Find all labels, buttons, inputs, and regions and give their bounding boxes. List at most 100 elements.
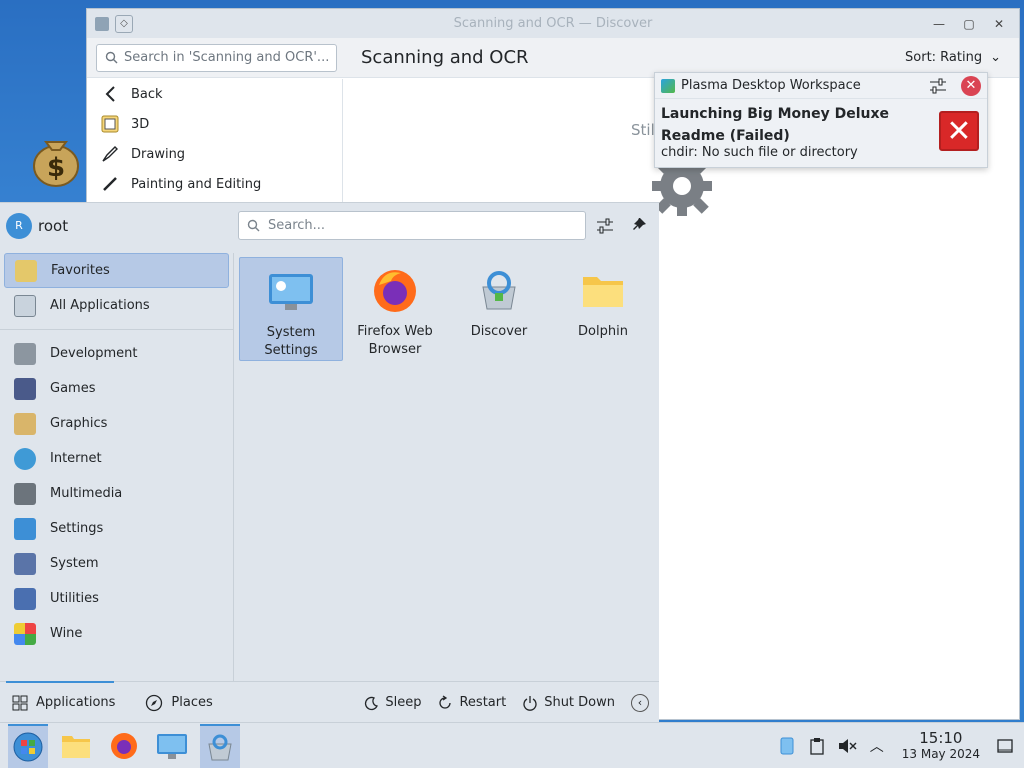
start-menu-button[interactable] xyxy=(8,723,48,768)
system-tray: ︿ 15:10 13 May 2024 xyxy=(776,723,1024,768)
sidebar-item-painting[interactable]: Painting and Editing xyxy=(87,169,342,199)
clipboard-icon[interactable] xyxy=(806,735,828,757)
app-tile-system-settings[interactable]: System Settings xyxy=(239,257,343,361)
category-utilities[interactable]: Utilities xyxy=(4,581,229,616)
tab-applications[interactable]: Applications xyxy=(5,680,116,711)
notification-body: chdir: No such file or directory xyxy=(661,145,858,160)
category-label: Utilities xyxy=(50,591,99,606)
app-tile-firefox[interactable]: Firefox Web Browser xyxy=(343,257,447,361)
wine-icon xyxy=(14,622,36,645)
app-tile-label: Dolphin xyxy=(578,324,628,339)
sidebar-item-label: Drawing xyxy=(131,146,186,162)
tab-places[interactable]: Places xyxy=(145,694,213,712)
divider xyxy=(0,329,233,330)
launcher-search-input[interactable]: Search... xyxy=(238,211,586,240)
show-desktop-icon[interactable] xyxy=(994,735,1016,757)
taskbar-discover[interactable] xyxy=(200,723,240,768)
games-icon xyxy=(14,377,36,400)
category-multimedia[interactable]: Multimedia xyxy=(4,476,229,511)
minimize-button[interactable]: — xyxy=(927,15,951,33)
start-icon xyxy=(13,732,43,761)
app-tile-label: System Settings xyxy=(264,325,318,358)
clock[interactable]: 15:10 13 May 2024 xyxy=(902,730,980,762)
chevron-up-icon[interactable]: ︿ xyxy=(866,735,888,757)
app-tile-label: Firefox Web Browser xyxy=(357,324,433,357)
plasma-icon xyxy=(661,78,675,93)
configure-icon[interactable] xyxy=(929,77,947,99)
chevron-down-icon: ⌄ xyxy=(990,50,1001,65)
notification-header: Plasma Desktop Workspace ✕ xyxy=(655,73,987,99)
clock-date: 13 May 2024 xyxy=(901,747,980,761)
firefox-icon xyxy=(111,732,137,759)
sidebar-item-3d[interactable]: 3D xyxy=(87,109,342,139)
category-graphics[interactable]: Graphics xyxy=(4,406,229,441)
category-all-applications[interactable]: All Applications xyxy=(4,288,229,323)
category-games[interactable]: Games xyxy=(4,371,229,406)
restart-icon xyxy=(439,694,452,709)
close-icon[interactable]: ✕ xyxy=(961,76,981,96)
category-favorites[interactable]: Favorites xyxy=(4,253,229,288)
maximize-button[interactable]: ▢ xyxy=(957,15,981,33)
clock-time: 15:10 xyxy=(919,729,963,747)
svg-text:$: $ xyxy=(47,153,65,183)
sleep-icon xyxy=(365,696,379,710)
shutdown-button[interactable]: Shut Down xyxy=(522,695,615,711)
restart-button[interactable]: Restart xyxy=(437,694,506,711)
search-icon xyxy=(105,51,118,64)
power-icon xyxy=(523,695,537,711)
application-launcher: R root Search... Favorites All Applicati… xyxy=(0,202,659,722)
close-button[interactable]: ✕ xyxy=(987,15,1011,33)
pin-icon[interactable] xyxy=(632,217,648,239)
category-label: Favorites xyxy=(51,263,110,278)
folder-icon xyxy=(583,277,623,307)
category-development[interactable]: Development xyxy=(4,336,229,371)
app-tile-discover[interactable]: Discover xyxy=(447,257,551,361)
sidebar-item-label: Painting and Editing xyxy=(131,176,262,192)
window-titlebar[interactable]: ◇ Scanning and OCR — Discover — ▢ ✕ xyxy=(87,9,1019,38)
updates-icon[interactable] xyxy=(776,735,798,757)
taskbar-firefox[interactable] xyxy=(104,724,144,768)
sidebar-item-label: Back xyxy=(131,86,163,102)
taskbar: ︿ 15:10 13 May 2024 xyxy=(0,722,1024,768)
sidebar-item-drawing[interactable]: Drawing xyxy=(87,139,342,169)
compass-icon xyxy=(146,694,163,711)
sidebar-item-back[interactable]: Back xyxy=(87,79,342,109)
category-settings[interactable]: Settings xyxy=(4,511,229,546)
category-list: Favorites All Applications Development G… xyxy=(0,253,234,681)
3d-icon xyxy=(101,115,119,133)
category-label: Graphics xyxy=(50,416,108,431)
category-system[interactable]: System xyxy=(4,546,229,581)
sidebar-item-label: 3D xyxy=(131,116,150,132)
category-internet[interactable]: Internet xyxy=(4,441,229,476)
all-applications-icon xyxy=(14,294,36,317)
sleep-button[interactable]: Sleep xyxy=(363,695,421,711)
category-label: System xyxy=(50,556,99,571)
configure-icon[interactable] xyxy=(596,217,614,239)
money-bag-icon[interactable]: $ xyxy=(28,130,84,190)
category-wine[interactable]: Wine xyxy=(4,616,229,651)
tab-label: Places xyxy=(171,695,213,710)
graphics-icon xyxy=(14,412,36,435)
category-label: Development xyxy=(50,346,138,361)
tab-label: Applications xyxy=(36,695,116,710)
page-title: Scanning and OCR xyxy=(361,47,529,68)
avatar[interactable]: R xyxy=(6,213,32,239)
volume-muted-icon[interactable] xyxy=(836,735,858,757)
error-icon: ✕ xyxy=(939,111,979,151)
notification-popup: Plasma Desktop Workspace ✕ Launching Big… xyxy=(654,72,988,168)
discover-icon xyxy=(208,734,232,760)
launcher-footer: Applications Places Sleep Restart Shut D… xyxy=(0,680,659,723)
category-label: Wine xyxy=(50,626,83,641)
system-settings-icon xyxy=(157,733,187,759)
firefox-icon xyxy=(374,270,416,312)
app-tile-dolphin[interactable]: Dolphin xyxy=(551,257,655,361)
app-tile-label: Discover xyxy=(470,324,528,339)
discover-search-input[interactable]: Search in 'Scanning and OCR'... xyxy=(96,43,337,72)
brush-icon xyxy=(101,175,119,193)
sort-dropdown[interactable]: Sort: Rating ⌄ xyxy=(905,50,1001,65)
category-label: Games xyxy=(50,381,96,396)
taskbar-system-settings[interactable] xyxy=(152,724,192,768)
user-name: root xyxy=(38,217,69,235)
more-actions-icon[interactable]: ‹ xyxy=(631,693,649,712)
taskbar-dolphin[interactable] xyxy=(56,724,96,768)
